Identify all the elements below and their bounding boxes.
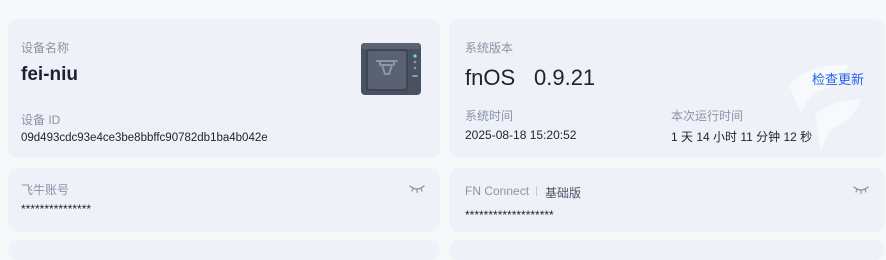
uptime-label: 本次运行时间 bbox=[671, 109, 744, 123]
device-id-value: 09d493cdc93e4ce3be8bbffc90782db1ba4b042e bbox=[21, 132, 268, 144]
system-time-label: 系统时间 bbox=[465, 109, 514, 123]
account-value: *************** bbox=[21, 202, 92, 216]
fn-connect-plan: 基础版 bbox=[545, 186, 582, 200]
system-time-value: 2025-08-18 15:20:52 bbox=[465, 128, 577, 142]
device-name-value: fei-niu bbox=[21, 64, 78, 85]
eye-closed-icon[interactable] bbox=[409, 184, 425, 194]
account-card: 飞牛账号 *************** bbox=[8, 168, 440, 232]
next-row-card-right bbox=[449, 240, 885, 260]
fn-connect-value: ******************* bbox=[465, 208, 554, 222]
os-name: fnOS bbox=[465, 65, 516, 90]
eye-closed-icon[interactable] bbox=[853, 185, 869, 195]
device-name-label: 设备名称 bbox=[21, 41, 70, 55]
device-info-card: 设备名称 fei-niu 设备 ID 09d493cdc93e4ce3be8bb… bbox=[8, 19, 440, 158]
check-update-link[interactable]: 检查更新 bbox=[812, 69, 864, 88]
system-version-label: 系统版本 bbox=[465, 41, 514, 55]
next-row-card-left bbox=[8, 240, 440, 260]
nas-device-icon bbox=[361, 43, 421, 95]
os-version: 0.9.21 bbox=[534, 65, 596, 90]
fn-connect-label: FN Connect bbox=[465, 184, 530, 198]
fn-connect-card: FN Connect 基础版 ******************* bbox=[449, 168, 885, 232]
device-id-label: 设备 ID bbox=[21, 113, 61, 127]
label-divider bbox=[536, 186, 537, 196]
account-label: 飞牛账号 bbox=[21, 183, 70, 197]
uptime-value: 1 天 14 小时 11 分钟 12 秒 bbox=[671, 130, 813, 144]
system-info-card: 系统版本 fnOS 0.9.21 检查更新 系统时间 2025-08-18 15… bbox=[449, 19, 885, 158]
